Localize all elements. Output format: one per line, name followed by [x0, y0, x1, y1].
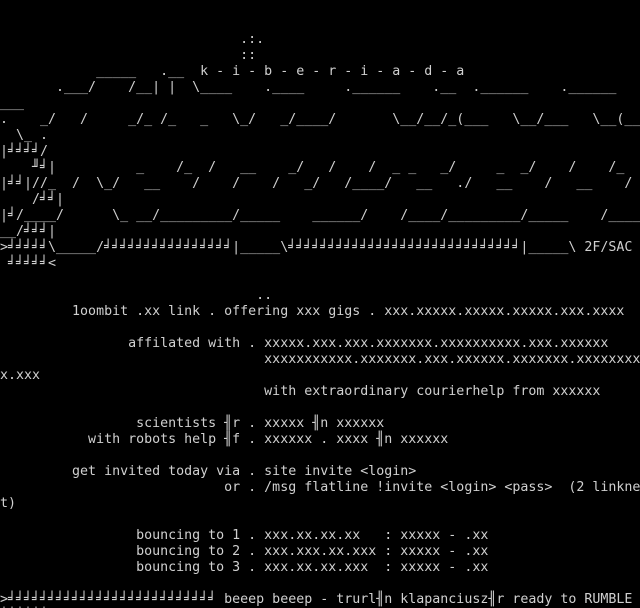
- terminal-line: ::: [0, 48, 257, 63]
- terminal-line: affilated with . xxxxx.xxx.xxx.xxxxxxx.x…: [0, 336, 609, 351]
- terminal-screen: .:. :: _____ .__ k - i - b - e - r - i -…: [0, 0, 640, 608]
- terminal-line: >╛╛╛╛╛\_____/╛╛╛╛╛╛╛╛╛╛╛╛╛╛╛╛|_____\╛╛╛╛…: [0, 240, 633, 255]
- terminal-line: .___/ /__| | \____ .____ .______ .__ .__…: [0, 80, 640, 95]
- terminal-line: |╛/____/ \_ __/_________/_____ ______/ /…: [0, 208, 640, 223]
- terminal-line: bouncing to 2 . xxx.xxx.xx.xxx : xxxxx -…: [0, 544, 489, 559]
- terminal-line: t): [0, 496, 17, 511]
- terminal-line: 1oombit .xx link . offering xxx gigs . x…: [0, 304, 625, 319]
- terminal-line: x.xxx: [0, 368, 41, 383]
- terminal-line: scientists ╢r . xxxxx ╢n xxxxxx: [0, 416, 385, 431]
- terminal-line: xxxxxxxxxxx.xxxxxxx.xxx.xxxxxx.xxxxxxx.x…: [0, 352, 640, 367]
- terminal-line: __/╛╛╛|: [0, 224, 57, 239]
- terminal-line: ..: [0, 288, 273, 303]
- terminal-line: |╛╛|//_ / \_/ __ / / / _/ /____/ __ ./ _…: [0, 176, 633, 191]
- terminal-line: .:.: [0, 32, 265, 47]
- terminal-line: _____ .__ k - i - b - e - r - i - a - d …: [0, 64, 465, 79]
- terminal-line: ╛╛╛╛╛<: [0, 256, 57, 271]
- terminal-line: get invited today via . site invite <log…: [0, 464, 417, 479]
- terminal-line: or . /msg flatline !invite <login> <pass…: [0, 480, 640, 495]
- terminal-line: . _/ / _/_ /_ _ \_/ _/____/ \__/__/_(___…: [0, 112, 640, 127]
- terminal-line: with robots help ╢f . xxxxxx . xxxx ╢n x…: [0, 432, 449, 447]
- terminal-line: ╜╛| _ /_ / __ _/ / / _ _ _/ _ _/ / /_: [0, 160, 625, 175]
- terminal-line: ___: [0, 96, 25, 111]
- terminal-line: /╛╛|: [0, 192, 65, 207]
- terminal-line: \_ .: [0, 128, 49, 143]
- terminal-line: with extraordinary courierhelp from xxxx…: [0, 384, 601, 399]
- terminal-line: bouncing to 3 . xxx.xx.xx.xxx : xxxxx - …: [0, 560, 489, 575]
- terminal-line: >╛╛╛╛╛╛╛╛╛╛╛╛╛╛╛╛╛╛╛╛╛╛╛╛╛╛ beeep beeep …: [0, 592, 633, 607]
- terminal-line: |╛╛╛╛/: [0, 144, 49, 159]
- terminal-line: bouncing to 1 . xxx.xx.xx.xx : xxxxx - .…: [0, 528, 489, 543]
